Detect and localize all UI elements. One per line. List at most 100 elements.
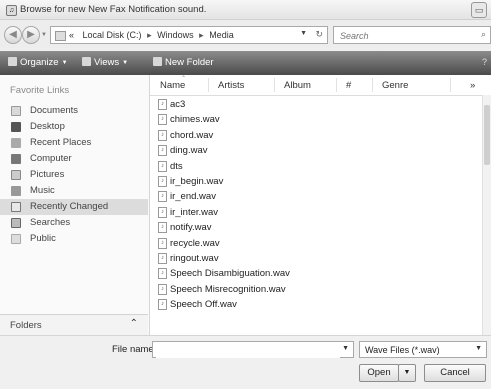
file-name-label: File name: [112, 344, 157, 355]
nav-item[interactable]: Public [0, 231, 148, 247]
command-toolbar: Organize ▼ Views ▼ New Folder ? [0, 51, 491, 75]
back-button[interactable]: ◀ [4, 26, 22, 44]
file-name: ir_end.wav [170, 191, 216, 203]
pictures-icon [11, 170, 21, 180]
nav-item-label: Recently Changed [30, 201, 109, 212]
sound-file-icon: ♪ [158, 237, 167, 249]
nav-item[interactable]: Pictures [0, 167, 148, 183]
file-name: Speech Disambiguation.wav [170, 268, 290, 280]
views-button[interactable]: Views ▼ [82, 57, 128, 68]
file-item[interactable]: ♪ ir_inter.wav [150, 205, 491, 220]
file-item[interactable]: ♪ Speech Misrecognition.wav [150, 282, 491, 297]
chevron-up-icon: ⌃ [129, 318, 138, 329]
search-box[interactable]: ⌕ [333, 26, 491, 44]
nav-item[interactable]: Computer [0, 151, 148, 167]
folders-label: Folders [10, 320, 42, 331]
new-folder-button[interactable]: New Folder [153, 57, 214, 68]
file-type-select[interactable]: Wave Files (*.wav) ▼ [359, 341, 487, 358]
file-list-pane: ⌃ Name Artists Album # Genre » ♪ ac3 ♪ chim… [150, 75, 491, 335]
file-name: ir_inter.wav [170, 206, 219, 218]
open-button[interactable]: Open [359, 364, 399, 382]
nav-item-label: Documents [30, 105, 79, 116]
nav-item-label: Recent Places [30, 137, 92, 148]
sound-file-icon: ♪ [158, 222, 167, 234]
chevron-down-icon[interactable]: ▼ [475, 345, 482, 352]
searches-icon [11, 218, 21, 228]
file-item[interactable]: ♪ ir_end.wav [150, 189, 491, 204]
help-icon[interactable]: ? [482, 57, 487, 67]
music-icon [11, 186, 21, 196]
breadcrumb-windows[interactable]: Windows [157, 30, 194, 40]
open-options-button[interactable]: ▼ [398, 364, 416, 382]
file-name: ir_begin.wav [170, 175, 224, 187]
file-name-input[interactable] [156, 343, 340, 358]
nav-item[interactable]: Recently Changed [0, 199, 148, 215]
file-name: Speech Off.wav [170, 299, 237, 311]
nav-item[interactable]: Desktop [0, 119, 148, 135]
file-name: recycle.wav [170, 237, 220, 249]
file-item[interactable]: ♪ recycle.wav [150, 236, 491, 251]
column-genre[interactable]: Genre [382, 80, 408, 91]
folders-toggle[interactable]: Folders ⌃ [0, 314, 148, 336]
file-name: chimes.wav [170, 114, 220, 126]
sound-file-icon: ♪ [158, 299, 167, 311]
sound-file-icon: ♪ [158, 175, 167, 187]
file-item[interactable]: ♪ notify.wav [150, 220, 491, 235]
chevron-down-icon[interactable]: ▼ [342, 345, 349, 352]
nav-item-label: Desktop [30, 121, 65, 132]
vertical-scrollbar[interactable] [482, 95, 491, 335]
address-dropdown-icon[interactable]: ▼ [300, 30, 307, 37]
breadcrumb-media[interactable]: Media [209, 30, 234, 40]
cancel-button[interactable]: Cancel [424, 364, 486, 382]
column-artists[interactable]: Artists [218, 80, 244, 91]
sound-file-icon: ♪ [158, 206, 167, 218]
nav-item[interactable]: Searches [0, 215, 148, 231]
nav-item[interactable]: Documents [0, 103, 148, 119]
more-columns-icon[interactable]: » [470, 80, 475, 91]
new-folder-label: New Folder [165, 57, 214, 68]
recent-pages-dropdown[interactable]: ▼ [41, 32, 47, 38]
column-name[interactable]: Name [160, 80, 185, 91]
forward-button[interactable]: ▶ [22, 26, 40, 44]
search-input[interactable] [338, 28, 472, 44]
desktop-icon [11, 122, 21, 132]
recent-places-icon [11, 138, 21, 148]
file-item[interactable]: ♪ Speech Disambiguation.wav [150, 266, 491, 281]
file-item[interactable]: ♪ chimes.wav [150, 112, 491, 127]
breadcrumb-overflow[interactable]: « [69, 30, 74, 40]
file-item[interactable]: ♪ Speech Off.wav [150, 297, 491, 312]
file-list: ♪ ac3 ♪ chimes.wav ♪ chord.wav ♪ ding.wav ♪ dts ♪ i… [150, 97, 491, 312]
file-item[interactable]: ♪ chord.wav [150, 128, 491, 143]
file-name-panel: File name: ▼ Wave Files (*.wav) ▼ Open ▼… [0, 335, 491, 389]
nav-item-label: Computer [30, 153, 72, 164]
sound-file-icon: ♪ [158, 145, 167, 157]
scrollbar-thumb[interactable] [484, 105, 490, 165]
public-icon [11, 234, 21, 244]
nav-item[interactable]: Recent Places [0, 135, 148, 151]
nav-item[interactable]: Music [0, 183, 148, 199]
file-item[interactable]: ♪ ringout.wav [150, 251, 491, 266]
file-type-value: Wave Files (*.wav) [365, 345, 440, 355]
column-album[interactable]: Album [284, 80, 311, 91]
organize-button[interactable]: Organize ▼ [8, 57, 68, 68]
close-button[interactable]: ▭ [471, 2, 487, 18]
recently-changed-icon [11, 202, 21, 212]
file-item[interactable]: ♪ dts [150, 159, 491, 174]
views-icon [82, 57, 91, 66]
new-folder-icon [153, 57, 162, 66]
search-icon[interactable]: ⌕ [481, 29, 486, 40]
sound-file-icon: ♪ [158, 99, 167, 110]
nav-item-label: Public [30, 233, 56, 244]
file-name-combo[interactable]: ▼ [152, 341, 354, 358]
address-bar[interactable]: « Local Disk (C:) ▸ Windows ▸ Media ▼ ↻ [50, 26, 328, 44]
breadcrumb-separator[interactable]: ▸ [147, 30, 152, 40]
breadcrumb-local-disk[interactable]: Local Disk (C:) [83, 30, 142, 40]
column-number[interactable]: # [346, 80, 351, 91]
refresh-icon[interactable]: ↻ [315, 29, 323, 40]
file-item[interactable]: ♪ ir_begin.wav [150, 174, 491, 189]
chevron-down-icon: ▼ [61, 60, 68, 66]
address-row: ◀ ▶ ▼ « Local Disk (C:) ▸ Windows ▸ Medi… [0, 20, 491, 50]
file-item[interactable]: ♪ ac3 [150, 97, 491, 112]
breadcrumb-separator[interactable]: ▸ [199, 30, 204, 40]
file-item[interactable]: ♪ ding.wav [150, 143, 491, 158]
